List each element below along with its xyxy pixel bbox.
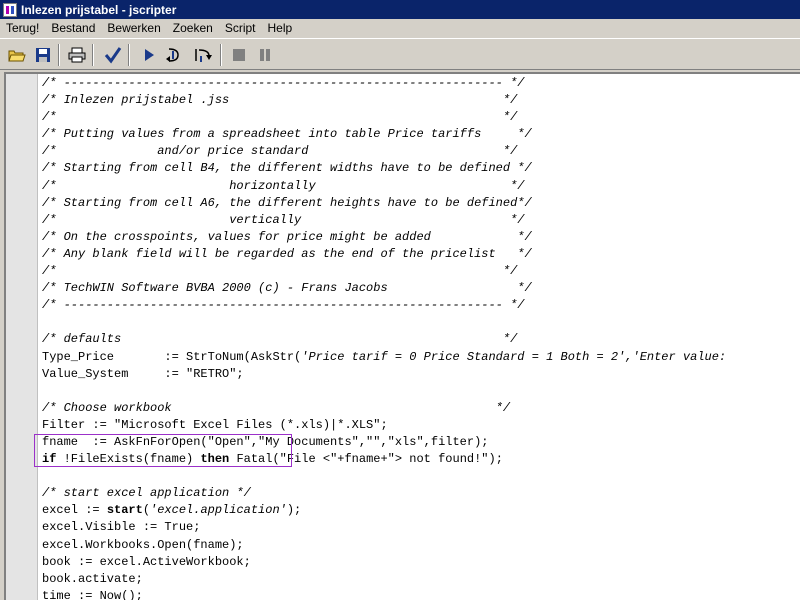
code-line[interactable]: /* Choose workbook */ xyxy=(42,400,800,417)
code-line[interactable]: book := excel.ActiveWorkbook; xyxy=(42,554,800,571)
code-token: start xyxy=(106,503,143,518)
code-token: excel.Visible := True; xyxy=(42,520,201,535)
code-line[interactable]: /* start excel application */ xyxy=(42,485,800,502)
code-line[interactable]: /* -------------------------------------… xyxy=(42,75,800,92)
code-line[interactable] xyxy=(42,314,800,331)
selection-highlight-box xyxy=(34,434,292,467)
menu-bar: Terug! Bestand Bewerken Zoeken Script He… xyxy=(0,19,800,37)
menu-zoeken[interactable]: Zoeken xyxy=(167,19,219,37)
code-token: /* Inlezen prijstabel .jss */ xyxy=(42,93,518,108)
code-token: excel.Workbooks.Open(fname); xyxy=(42,537,244,552)
code-line[interactable]: /* horizontally */ xyxy=(42,178,800,195)
menu-terug[interactable]: Terug! xyxy=(0,19,45,37)
code-line[interactable]: /* vertically */ xyxy=(42,212,800,229)
code-line[interactable] xyxy=(42,383,800,400)
code-line[interactable]: Type_Price := StrToNum(AskStr('Price tar… xyxy=(42,349,800,366)
code-line[interactable]: /* */ xyxy=(42,263,800,280)
code-token: Type_Price := StrToNum(AskStr( xyxy=(42,349,302,364)
step-over-icon[interactable] xyxy=(192,45,214,65)
code-token: /* -------------------------------------… xyxy=(42,76,525,90)
code-editor[interactable]: /* -------------------------------------… xyxy=(4,72,800,600)
title-bar: Inlezen prijstabel - jscripter xyxy=(0,0,800,19)
code-token: /* TechWIN Software BVBA 2000 (c) - Fran… xyxy=(42,281,532,296)
menu-bestand[interactable]: Bestand xyxy=(45,19,101,37)
code-token: /* Any blank field will be regarded as t… xyxy=(42,246,532,261)
print-icon[interactable] xyxy=(66,45,88,65)
code-line[interactable]: /* Starting from cell A6, the different … xyxy=(42,195,800,212)
code-line[interactable]: /* Starting from cell B4, the different … xyxy=(42,160,800,177)
menu-bewerken[interactable]: Bewerken xyxy=(101,19,166,37)
code-line[interactable] xyxy=(42,468,800,485)
check-syntax-icon[interactable] xyxy=(102,45,124,65)
code-line[interactable]: /* and/or price standard */ xyxy=(42,143,800,160)
code-line[interactable]: /* TechWIN Software BVBA 2000 (c) - Fran… xyxy=(42,280,800,297)
code-line[interactable]: time := Now(); xyxy=(42,588,800,600)
stop-icon xyxy=(228,45,250,65)
code-token: /* Starting from cell B4, the different … xyxy=(42,161,532,176)
code-line[interactable]: /* -------------------------------------… xyxy=(42,297,800,314)
code-token: /* Choose workbook */ xyxy=(42,400,511,415)
code-line[interactable]: book.activate; xyxy=(42,571,800,588)
code-token: /* Putting values from a spreadsheet int… xyxy=(42,127,532,142)
code-token: /* */ xyxy=(42,264,518,279)
code-token: /* -------------------------------------… xyxy=(42,298,525,313)
code-line[interactable]: excel.Visible := True; xyxy=(42,519,800,536)
code-token: 'Price tarif = 0 Price Standard = 1 Both… xyxy=(301,349,727,364)
editor-gutter xyxy=(6,74,38,600)
menu-help[interactable]: Help xyxy=(262,19,299,37)
code-token: /* and/or price standard */ xyxy=(42,144,518,159)
code-line[interactable]: /* On the crosspoints, values for price … xyxy=(42,229,800,246)
code-token: /* Starting from cell A6, the different … xyxy=(42,195,532,210)
code-token: book := excel.ActiveWorkbook; xyxy=(42,554,251,569)
code-token: excel := xyxy=(42,503,107,518)
open-folder-icon[interactable] xyxy=(6,45,28,65)
window-title: Inlezen prijstabel - jscripter xyxy=(21,2,177,17)
code-line[interactable]: /* defaults */ xyxy=(42,331,800,348)
code-line[interactable]: /* Any blank field will be regarded as t… xyxy=(42,246,800,263)
code-token: /* */ xyxy=(42,110,518,125)
app-icon xyxy=(3,2,17,17)
code-token: time := Now(); xyxy=(42,588,143,600)
code-token: /* defaults */ xyxy=(42,332,518,347)
pause-icon xyxy=(254,45,276,65)
code-token: ( xyxy=(142,503,151,518)
code-line[interactable]: Value_System := "RETRO"; xyxy=(42,366,800,383)
code-line[interactable]: /* */ xyxy=(42,109,800,126)
code-token: book.activate; xyxy=(42,571,143,586)
run-play-icon[interactable] xyxy=(138,45,160,65)
code-token: 'excel.application' xyxy=(150,503,287,518)
code-token: Value_System := "RETRO"; xyxy=(42,366,244,381)
code-token: Filter := "Microsoft Excel Files (*.xls)… xyxy=(42,417,388,432)
menu-script[interactable]: Script xyxy=(219,19,262,37)
code-line[interactable]: Filter := "Microsoft Excel Files (*.xls)… xyxy=(42,417,800,434)
code-token: /* vertically */ xyxy=(42,212,525,227)
toolbar xyxy=(0,38,800,70)
code-token: /* start excel application */ xyxy=(42,486,251,501)
code-area[interactable]: /* -------------------------------------… xyxy=(42,75,800,600)
code-token: ); xyxy=(286,503,302,518)
code-line[interactable]: /* Inlezen prijstabel .jss */ xyxy=(42,92,800,109)
save-disk-icon[interactable] xyxy=(32,45,54,65)
code-line[interactable]: /* Putting values from a spreadsheet int… xyxy=(42,126,800,143)
code-line[interactable]: excel := start('excel.application'); xyxy=(42,502,800,519)
code-line[interactable]: excel.Workbooks.Open(fname); xyxy=(42,537,800,554)
code-token: /* On the crosspoints, values for price … xyxy=(42,229,532,244)
code-token: /* horizontally */ xyxy=(42,178,525,193)
step-into-icon[interactable] xyxy=(162,45,184,65)
